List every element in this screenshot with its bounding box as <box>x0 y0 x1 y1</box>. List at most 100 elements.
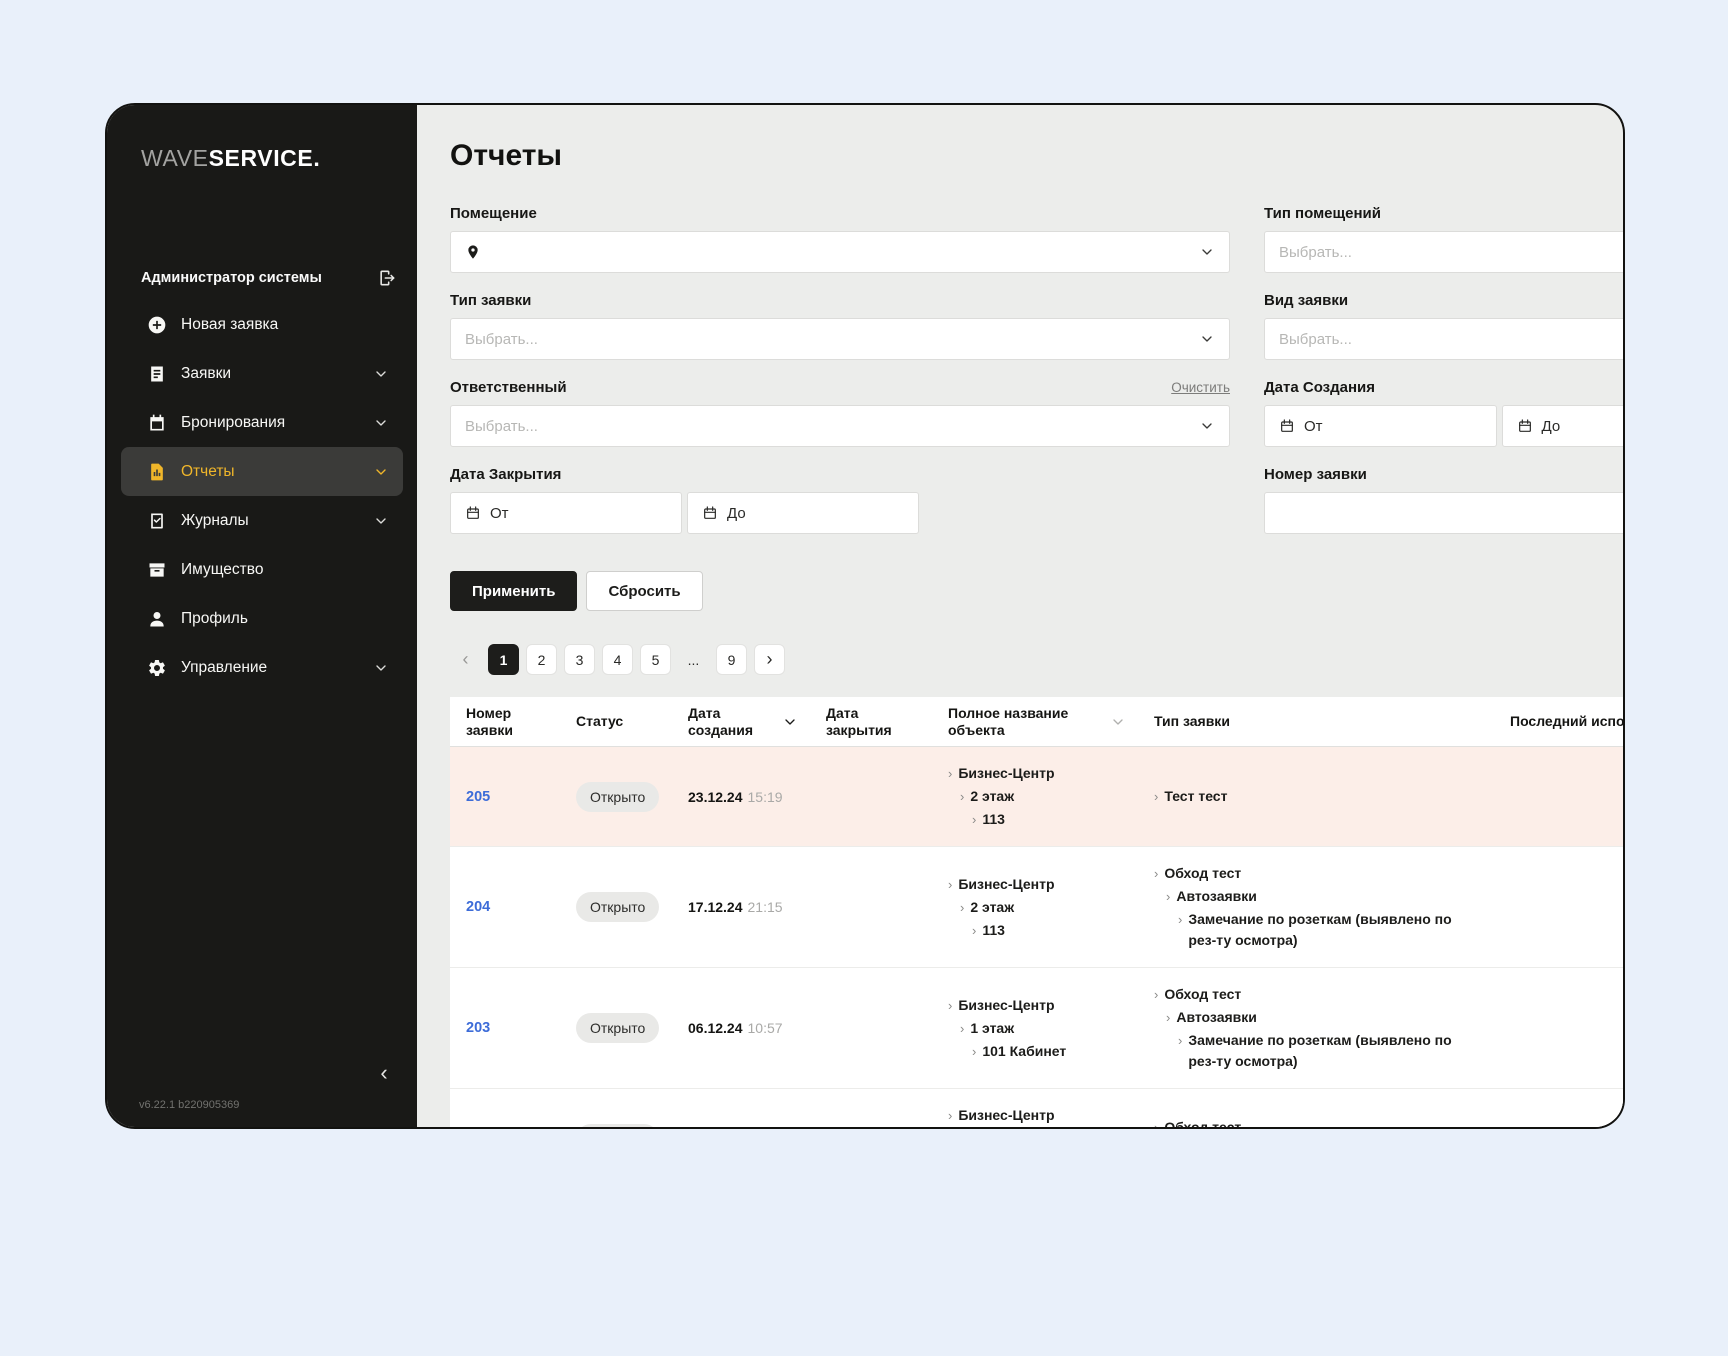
object-path-cell: ›Бизнес-Центр›1 этаж›101 Кабинет <box>932 1089 1138 1127</box>
page-button-2[interactable]: 2 <box>526 644 557 675</box>
creation-date-from-input[interactable]: От <box>1264 405 1497 447</box>
hierarchy-arrow-icon: › <box>960 786 964 807</box>
filter-closing-date: Дата Закрытия От До <box>450 464 1230 534</box>
apply-button[interactable]: Применить <box>450 571 577 611</box>
brand-service: SERVICE. <box>209 145 321 171</box>
hierarchy-item-label: 101 Кабинет <box>982 1041 1066 1062</box>
hierarchy-arrow-icon: › <box>1154 786 1158 807</box>
filter-request-type: Тип заявки Выбрать... <box>450 290 1230 360</box>
column-header-3[interactable]: Дата создания <box>672 699 810 745</box>
request-type-select[interactable]: Выбрать... <box>450 318 1230 360</box>
sidebar-item-label: Отчеты <box>181 463 235 481</box>
page-button-4[interactable]: 4 <box>602 644 633 675</box>
closed-date-cell <box>810 847 932 967</box>
hierarchy-arrow-icon: › <box>948 995 952 1016</box>
closing-date-to-input[interactable]: До <box>687 492 919 534</box>
object-path-cell: ›Бизнес-Центр›2 этаж›113 <box>932 847 1138 967</box>
request-number-link[interactable]: 203 <box>466 1020 490 1036</box>
sidebar-item-management[interactable]: Управление <box>121 643 403 692</box>
page-button-9[interactable]: 9 <box>716 644 747 675</box>
main-content: Отчеты Помещение Тип заявки <box>417 105 1623 1127</box>
creation-date-to-input[interactable]: До <box>1502 405 1624 447</box>
chevron-down-icon <box>373 464 389 480</box>
hierarchy-arrow-icon: › <box>1166 1007 1170 1028</box>
room-type-label: Тип помещений <box>1264 205 1381 222</box>
sidebar-item-journals[interactable]: Журналы <box>121 496 403 545</box>
table-row-202[interactable]: 202Открыто05.12.2412:19›Бизнес-Центр›1 э… <box>450 1089 1623 1127</box>
closed-date-cell <box>810 968 932 1088</box>
last-executor-cell <box>1494 847 1623 967</box>
status-badge: Открыто <box>576 1013 659 1043</box>
sidebar-item-property[interactable]: Имущество <box>121 545 403 594</box>
creation-date-from-value: От <box>1304 418 1323 435</box>
hierarchy-arrow-icon: › <box>1166 886 1170 907</box>
request-number-label: Номер заявки <box>1264 466 1367 483</box>
previous-page-button[interactable]: ‹ <box>450 644 481 675</box>
creation-date-to-value: До <box>1542 418 1561 435</box>
sidebar-item-requests[interactable]: Заявки <box>121 349 403 398</box>
calendar-icon <box>1279 418 1295 434</box>
app-window: WAVESERVICE. Администратор системы Новая… <box>105 103 1625 1129</box>
column-header-label: Номер заявки <box>466 705 548 739</box>
sidebar-item-reports[interactable]: Отчеты <box>121 447 403 496</box>
room-type-input[interactable] <box>1264 231 1623 273</box>
sidebar-item-profile[interactable]: Профиль <box>121 594 403 643</box>
sidebar-item-label: Бронирования <box>181 414 285 432</box>
hierarchy-arrow-icon: › <box>1178 909 1182 951</box>
location-pin-icon <box>465 244 481 260</box>
user-name: Администратор системы <box>141 270 322 286</box>
hierarchy-item-label: Бизнес-Центр <box>958 874 1054 895</box>
reports-table: Номер заявкиСтатусДата созданияДата закр… <box>450 697 1623 1127</box>
created-date-cell: 05.12.2412:19 <box>672 1089 810 1127</box>
status-badge: Открыто <box>576 782 659 812</box>
filter-request-number: Номер заявки <box>1264 464 1623 534</box>
filter-request-kind: Вид заявки <box>1264 290 1623 360</box>
hierarchy-arrow-icon: › <box>1154 1117 1158 1128</box>
page-button-3[interactable]: 3 <box>564 644 595 675</box>
filters-panel: Помещение Тип заявки Выбрать... <box>450 203 1623 551</box>
chevron-down-icon <box>373 660 389 676</box>
logout-icon[interactable] <box>377 268 397 288</box>
closing-date-from-input[interactable]: От <box>450 492 682 534</box>
sidebar-item-label: Заявки <box>181 365 231 383</box>
created-date-cell: 17.12.2421:15 <box>672 847 810 967</box>
reset-button[interactable]: Сбросить <box>586 571 702 611</box>
table-row-205[interactable]: 205Открыто23.12.2415:19›Бизнес-Центр›2 э… <box>450 747 1623 847</box>
request-number-input[interactable] <box>1264 492 1623 534</box>
sidebar-item-bookings[interactable]: Бронирования <box>121 398 403 447</box>
calendar-icon <box>702 505 718 521</box>
request-number-link[interactable]: 204 <box>466 899 490 915</box>
page-button-5[interactable]: 5 <box>640 644 671 675</box>
box-icon <box>147 560 167 580</box>
hierarchy-item-label: Замечание по розеткам (выявлено по рез-т… <box>1188 1030 1482 1072</box>
table-row-203[interactable]: 203Открыто06.12.2410:57›Бизнес-Центр›1 э… <box>450 968 1623 1089</box>
request-kind-input[interactable] <box>1264 318 1623 360</box>
brand-wave: WAVE <box>141 145 209 171</box>
hierarchy-arrow-icon: › <box>972 920 976 941</box>
column-header-4: Дата закрытия <box>810 699 932 745</box>
calendar-icon <box>147 413 167 433</box>
sidebar-item-label: Профиль <box>181 610 248 628</box>
sidebar-item-new-request[interactable]: Новая заявка <box>121 300 403 349</box>
table-row-204[interactable]: 204Открыто17.12.2421:15›Бизнес-Центр›2 э… <box>450 847 1623 968</box>
page-button-1[interactable]: 1 <box>488 644 519 675</box>
chevron-down-icon <box>373 366 389 382</box>
sort-chevron-icon <box>1110 714 1126 730</box>
last-executor-cell <box>1494 747 1623 846</box>
hierarchy-arrow-icon: › <box>1154 984 1158 1005</box>
column-header-5[interactable]: Полное название объекта <box>932 699 1138 745</box>
sidebar-collapse-button[interactable]: ‹ <box>371 1061 397 1087</box>
journal-icon <box>147 511 167 531</box>
responsible-select[interactable]: Выбрать... <box>450 405 1230 447</box>
room-select[interactable] <box>450 231 1230 273</box>
request-number-link[interactable]: 205 <box>466 789 490 805</box>
clear-responsible-link[interactable]: Очистить <box>1171 380 1230 395</box>
next-page-button[interactable]: › <box>754 644 785 675</box>
sort-chevron-icon <box>782 714 798 730</box>
creation-date-label: Дата Создания <box>1264 379 1375 396</box>
brand-logo: WAVESERVICE. <box>107 105 417 172</box>
page-title: Отчеты <box>450 139 1623 173</box>
column-header-label: Дата закрытия <box>826 705 920 739</box>
sidebar-item-label: Управление <box>181 659 267 677</box>
hierarchy-arrow-icon: › <box>972 1041 976 1062</box>
